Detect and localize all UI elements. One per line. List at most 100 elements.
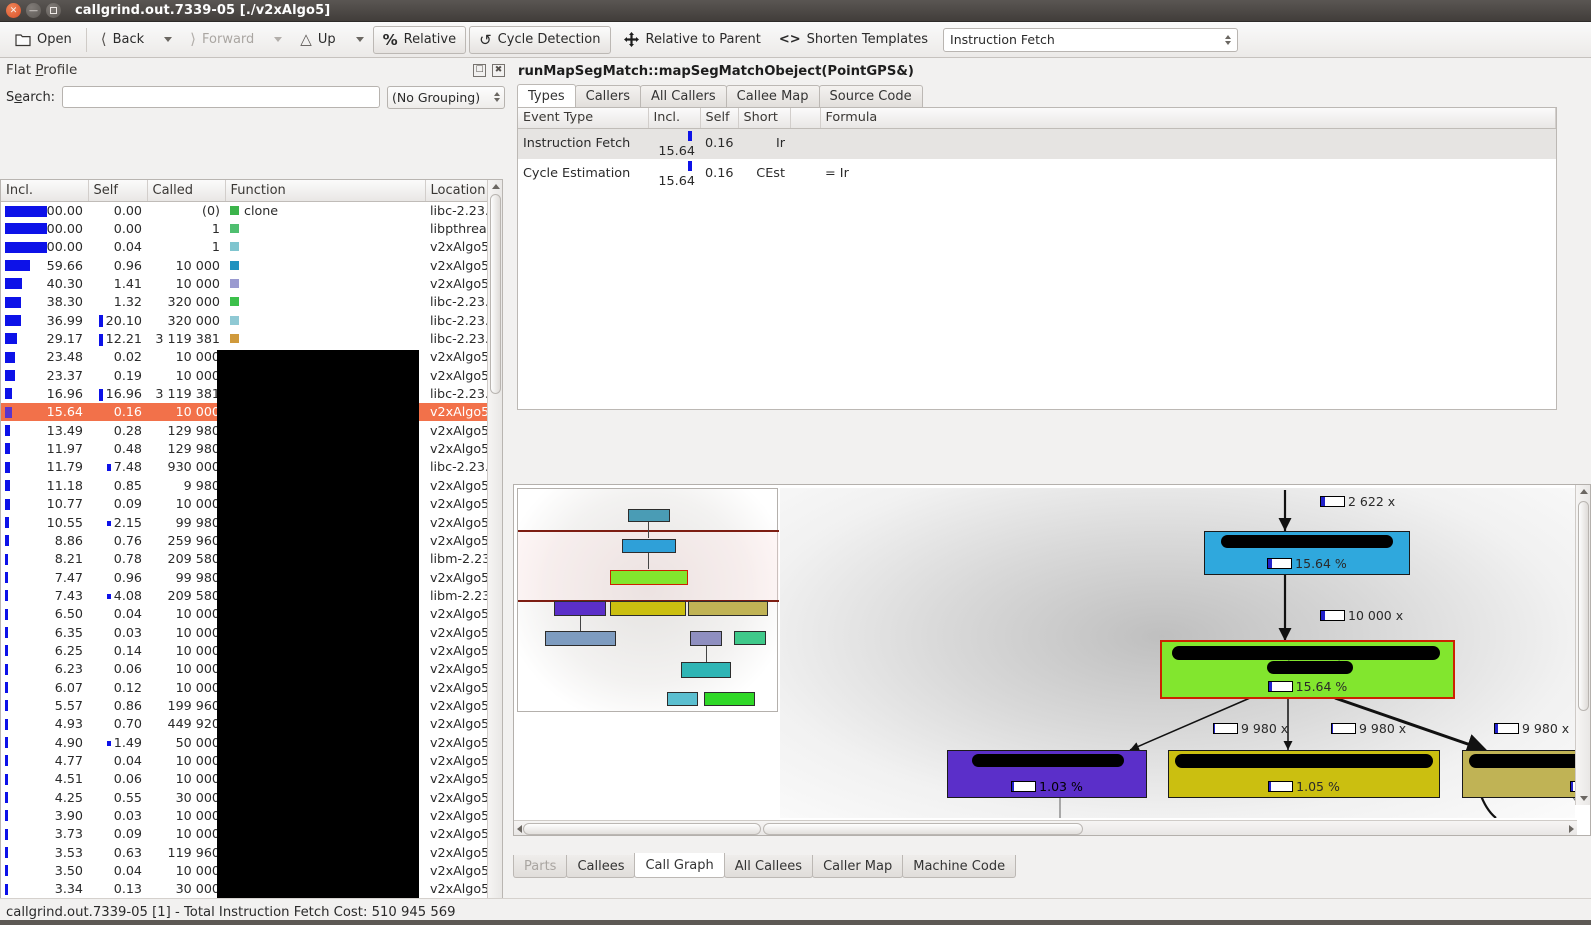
cell-function — [225, 219, 425, 237]
tab-label: All Callers — [651, 89, 716, 104]
tab-types[interactable]: Types — [517, 84, 576, 107]
column-header-event-type[interactable]: Event Type — [518, 108, 649, 129]
graph-node-selected[interactable]: runMapSegMatch::mapSegMatchObeject( Poin… — [1160, 640, 1455, 699]
cell-self-value: 1.32 — [113, 294, 142, 310]
graph-node-label: PointGPS2Model<PointGPS>(PointGPS) — [1463, 754, 1575, 768]
flat-profile-vertical-scrollbar[interactable] — [487, 180, 502, 925]
cell-self: 0.06 — [88, 770, 147, 788]
graph-node[interactable]: PointGPS::PointGPS(PointGPS const&) 1.05… — [1168, 750, 1440, 798]
table-row[interactable]: Cycle Estimation 15.64 0.16 CEst = Ir — [518, 159, 1556, 189]
cell-called: 10 000 — [175, 771, 220, 787]
minimap-node — [610, 601, 686, 616]
table-row[interactable]: 100.00 0.00 1 libpthread- — [1, 219, 489, 237]
up-dropdown[interactable] — [345, 26, 373, 54]
window-bottom-edge — [0, 920, 1591, 925]
relative-toggle[interactable]: % Relative — [372, 25, 467, 54]
call-graph-minimap[interactable] — [517, 488, 779, 712]
cell-self-value: 0.12 — [113, 679, 142, 695]
bottom-tab-all-callees[interactable]: All Callees — [723, 855, 814, 878]
call-graph-horizontal-scrollbar[interactable] — [514, 820, 1577, 835]
graph-node[interactable]: 15.64 % — [1204, 531, 1410, 575]
up-button[interactable]: △ Up — [291, 26, 344, 54]
back-button[interactable]: ⟨ Back — [92, 26, 153, 54]
bottom-tab-caller-map[interactable]: Caller Map — [812, 855, 904, 878]
tab-all-callers[interactable]: All Callers — [640, 85, 727, 107]
forward-button[interactable]: ⟩ Forward — [181, 26, 263, 54]
event-type-select[interactable]: Instruction Fetch — [943, 27, 1239, 52]
table-row[interactable]: 59.66 0.96 10 000 v2xAlgo5: r — [1, 256, 489, 274]
column-header-function[interactable]: Function — [225, 180, 426, 202]
bottom-tab-machine-code[interactable]: Machine Code — [902, 855, 1017, 878]
cell-incl: 4.51 — [1, 770, 88, 788]
column-header-blank[interactable] — [790, 108, 821, 129]
cell-self-value: 0.78 — [113, 551, 142, 567]
column-header-called[interactable]: Called — [147, 180, 226, 202]
undock-icon[interactable]: ☐ — [473, 63, 486, 77]
cell-self: 0.96 — [88, 256, 147, 274]
cell-incl: 38.30 — [1, 293, 88, 311]
open-button[interactable]: Open — [6, 26, 81, 54]
bottom-tab-parts[interactable]: Parts — [513, 855, 568, 878]
scrollbar-thumb[interactable] — [763, 823, 1083, 835]
table-row[interactable]: 100.00 0.04 1 v2xAlgo5: t — [1, 238, 489, 256]
scrollbar-thumb[interactable] — [523, 823, 761, 835]
scrollbar-thumb[interactable] — [1578, 501, 1589, 711]
cell-function-value: clone — [244, 202, 279, 218]
shorten-templates-toggle[interactable]: <> Shorten Templates — [770, 26, 937, 54]
table-row[interactable]: 36.99 20.10 320 000 libc-2.23.so — [1, 311, 489, 329]
maximize-icon[interactable] — [46, 3, 61, 18]
back-dropdown[interactable] — [153, 26, 181, 54]
chevron-right-icon: ⟩ — [190, 30, 197, 48]
search-input[interactable] — [62, 86, 380, 108]
column-header-formula[interactable]: Formula — [820, 108, 1556, 129]
cell-location: v2xAlgo5: p — [430, 422, 489, 438]
cell-blank — [790, 128, 820, 159]
cell-called: 3 119 381 — [155, 331, 220, 347]
table-row[interactable]: 40.30 1.41 10 000 v2xAlgo5: t — [1, 274, 489, 292]
event-types-panel: Event Type Incl. Self Short Formula Inst… — [517, 107, 1557, 410]
cell-self: 0.02 — [88, 348, 147, 366]
column-header-short[interactable]: Short — [738, 108, 791, 129]
tab-callee-map[interactable]: Callee Map — [725, 85, 820, 107]
table-row[interactable]: 100.00 0.00 (0) clone libc-2.23.so — [1, 201, 489, 219]
cell-location: v2xAlgo5: a — [430, 771, 489, 787]
cell-self-value: 1.41 — [113, 276, 142, 292]
close-dock-icon[interactable]: ✖ — [492, 63, 505, 77]
call-graph-canvas[interactable]: 15.64 % runMapSegMatch::mapSegMatchObeje… — [780, 488, 1575, 818]
column-header-incl[interactable]: Incl. — [1, 180, 89, 202]
forward-dropdown[interactable] — [263, 26, 291, 54]
cell-function — [225, 293, 425, 311]
column-header-incl[interactable]: Incl. — [648, 108, 701, 129]
scrollbar-thumb[interactable] — [490, 194, 501, 394]
cell-location: libm-2.23.s — [430, 587, 489, 603]
bottom-tab-call-graph[interactable]: Call Graph — [634, 853, 725, 878]
spinner-icon[interactable] — [1225, 34, 1232, 45]
minimize-icon[interactable]: — — [26, 3, 41, 18]
call-graph-vertical-scrollbar[interactable] — [1575, 485, 1590, 805]
cell-incl: 7.47 — [1, 568, 88, 586]
table-row[interactable]: Instruction Fetch 15.64 0.16 Ir — [518, 128, 1556, 159]
graph-node[interactable]: PointGPS2Model<PointGPS>(PointGPS) 11.18… — [1462, 750, 1575, 798]
cell-self: 16.96 — [88, 384, 147, 402]
column-header-location[interactable]: Location — [425, 180, 490, 202]
table-row[interactable]: 38.30 1.32 320 000 libc-2.23.so — [1, 293, 489, 311]
bottom-tab-callees[interactable]: Callees — [566, 855, 636, 878]
cycle-detection-toggle[interactable]: ↺ Cycle Detection — [469, 25, 611, 54]
cell-location: libm-2.23.s — [430, 551, 489, 567]
cell-called: 10 000 — [175, 257, 220, 273]
cell-incl-value: 38.30 — [46, 294, 83, 310]
column-header-self[interactable]: Self — [700, 108, 739, 129]
cell-called: 99 980 — [175, 569, 220, 585]
spinner-icon[interactable] — [494, 92, 500, 102]
cell-called: 10 000 — [175, 642, 220, 658]
column-header-self[interactable]: Self — [88, 180, 148, 202]
grouping-select[interactable]: (No Grouping) — [387, 85, 505, 109]
relative-to-parent-toggle[interactable]: Relative to Parent — [614, 26, 770, 54]
cell-self-value: 0.63 — [113, 844, 142, 860]
graph-node[interactable]: PointGPS::~PointGPS() 1.03 % — [947, 750, 1147, 798]
close-icon[interactable]: ✕ — [6, 3, 21, 18]
minimap-node — [690, 631, 722, 646]
tab-callers[interactable]: Callers — [574, 85, 642, 107]
table-row[interactable]: 29.17 12.21 3 119 381 libc-2.23.so — [1, 329, 489, 347]
tab-source-code[interactable]: Source Code — [818, 85, 923, 107]
